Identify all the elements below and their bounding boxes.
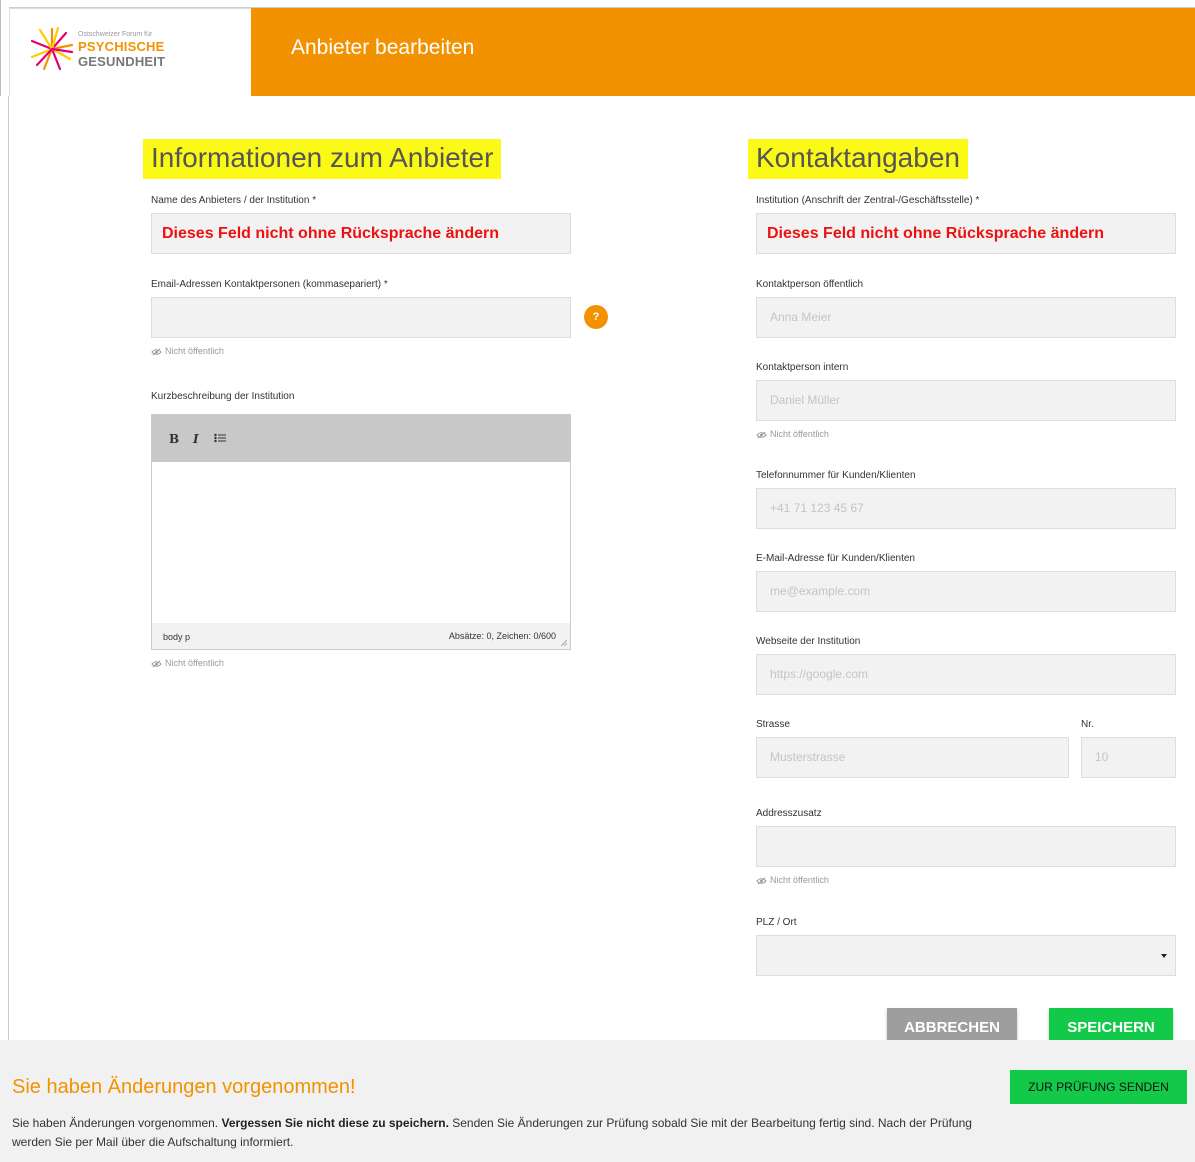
content-left-border: [8, 96, 9, 1040]
street-label: Strasse: [756, 719, 790, 730]
email-visibility-hint: Nicht öffentlich: [151, 346, 224, 356]
help-question-icon[interactable]: ?: [584, 305, 608, 329]
plz-city-select[interactable]: [756, 935, 1176, 976]
email-hint-text: Nicht öffentlich: [165, 346, 224, 356]
bold-button[interactable]: B: [169, 432, 179, 446]
name-label: Name des Anbieters / der Institution *: [151, 195, 317, 206]
app-header: Ostschweizer Forum für PSYCHISCHE GESUND…: [0, 0, 1195, 96]
logo-tagline: Ostschweizer Forum für: [78, 31, 153, 38]
address-hint-text: Nicht öffentlich: [770, 875, 829, 885]
section-title-provider-info: Informationen zum Anbieter: [143, 139, 502, 179]
editor-toolbar: B I: [152, 415, 570, 462]
eye-slash-icon: [151, 660, 162, 668]
phone-input[interactable]: +41 71 123 45 67: [756, 488, 1176, 529]
logo-word-psychische: PSYCHISCHE: [78, 39, 165, 54]
editor-element-path: body p: [163, 632, 191, 642]
plz-city-label: PLZ / Ort: [756, 917, 797, 928]
bullet-list-icon: [214, 433, 226, 443]
eye-slash-icon: [756, 877, 767, 885]
street-input[interactable]: Musterstrasse: [756, 737, 1069, 778]
editor-char-count: Absätze: 0, Zeichen: 0/600: [448, 631, 556, 641]
italic-button[interactable]: I: [193, 432, 199, 446]
website-input[interactable]: https://google.com: [756, 654, 1176, 695]
banner-text-1: Sie haben Änderungen vorgenommen.: [12, 1116, 222, 1130]
logo-wordmark: PSYCHISCHE GESUNDHEIT: [78, 39, 251, 69]
sun-logo-icon: [30, 26, 74, 71]
address-visibility-hint: Nicht öffentlich: [756, 875, 829, 885]
client-email-label: E-Mail-Adresse für Kunden/Klienten: [756, 553, 915, 564]
institution-label: Institution (Anschrift der Zentral-/Gesc…: [756, 195, 980, 206]
banner-title: Sie haben Änderungen vorgenommen!: [12, 1076, 356, 1098]
address-extra-input[interactable]: [756, 826, 1176, 867]
banner-text-bold: Vergessen Sie nicht diese zu speichern.: [221, 1116, 449, 1130]
internal-contact-label: Kontaktperson intern: [756, 362, 849, 373]
banner-message: Sie haben Änderungen vorgenommen. Verges…: [12, 1114, 972, 1152]
institution-input[interactable]: Dieses Feld nicht ohne Rücksprache änder…: [756, 213, 1176, 254]
internal-contact-input[interactable]: Daniel Müller: [756, 380, 1176, 421]
caret-down-icon: [1161, 954, 1167, 958]
phone-label: Telefonnummer für Kunden/Klienten: [756, 470, 916, 481]
client-email-input[interactable]: me@example.com: [756, 571, 1176, 612]
logo-word-gesundheit: GESUNDHEIT: [78, 54, 166, 69]
section-title-contact: Kontaktangaben: [748, 139, 968, 179]
eye-slash-icon: [151, 348, 162, 356]
website-label: Webseite der Institution: [756, 636, 861, 647]
email-contacts-label: Email-Adressen Kontaktpersonen (kommasep…: [151, 279, 388, 290]
address-extra-label: Addresszusatz: [756, 808, 822, 819]
header-bar: Anbieter bearbeiten: [251, 8, 1195, 96]
logo[interactable]: Ostschweizer Forum für PSYCHISCHE GESUND…: [9, 8, 251, 96]
public-contact-input[interactable]: Anna Meier: [756, 297, 1176, 338]
description-label: Kurzbeschreibung der Institution: [151, 391, 295, 402]
page-title: Anbieter bearbeiten: [291, 36, 475, 59]
internal-hint-text: Nicht öffentlich: [770, 429, 829, 439]
description-visibility-hint: Nicht öffentlich: [151, 658, 224, 668]
editor-statusbar: body p Absätze: 0, Zeichen: 0/600: [152, 623, 570, 649]
internal-contact-visibility-hint: Nicht öffentlich: [756, 429, 829, 439]
submit-for-review-button[interactable]: ZUR PRÜFUNG SENDEN: [1010, 1070, 1187, 1104]
public-contact-label: Kontaktperson öffentlich: [756, 279, 864, 290]
bullet-list-button[interactable]: [214, 432, 226, 446]
resize-handle-icon[interactable]: [561, 640, 567, 646]
editor-content-area[interactable]: [152, 462, 570, 623]
email-contacts-input[interactable]: [151, 297, 571, 338]
description-hint-text: Nicht öffentlich: [165, 658, 224, 668]
description-editor[interactable]: B I body p Absätze: 0, Zeichen: 0/600: [151, 414, 571, 650]
eye-slash-icon: [756, 431, 767, 439]
house-number-label: Nr.: [1081, 719, 1094, 730]
house-number-input[interactable]: 10: [1081, 737, 1176, 778]
provider-name-input[interactable]: Dieses Feld nicht ohne Rücksprache änder…: [151, 213, 571, 254]
